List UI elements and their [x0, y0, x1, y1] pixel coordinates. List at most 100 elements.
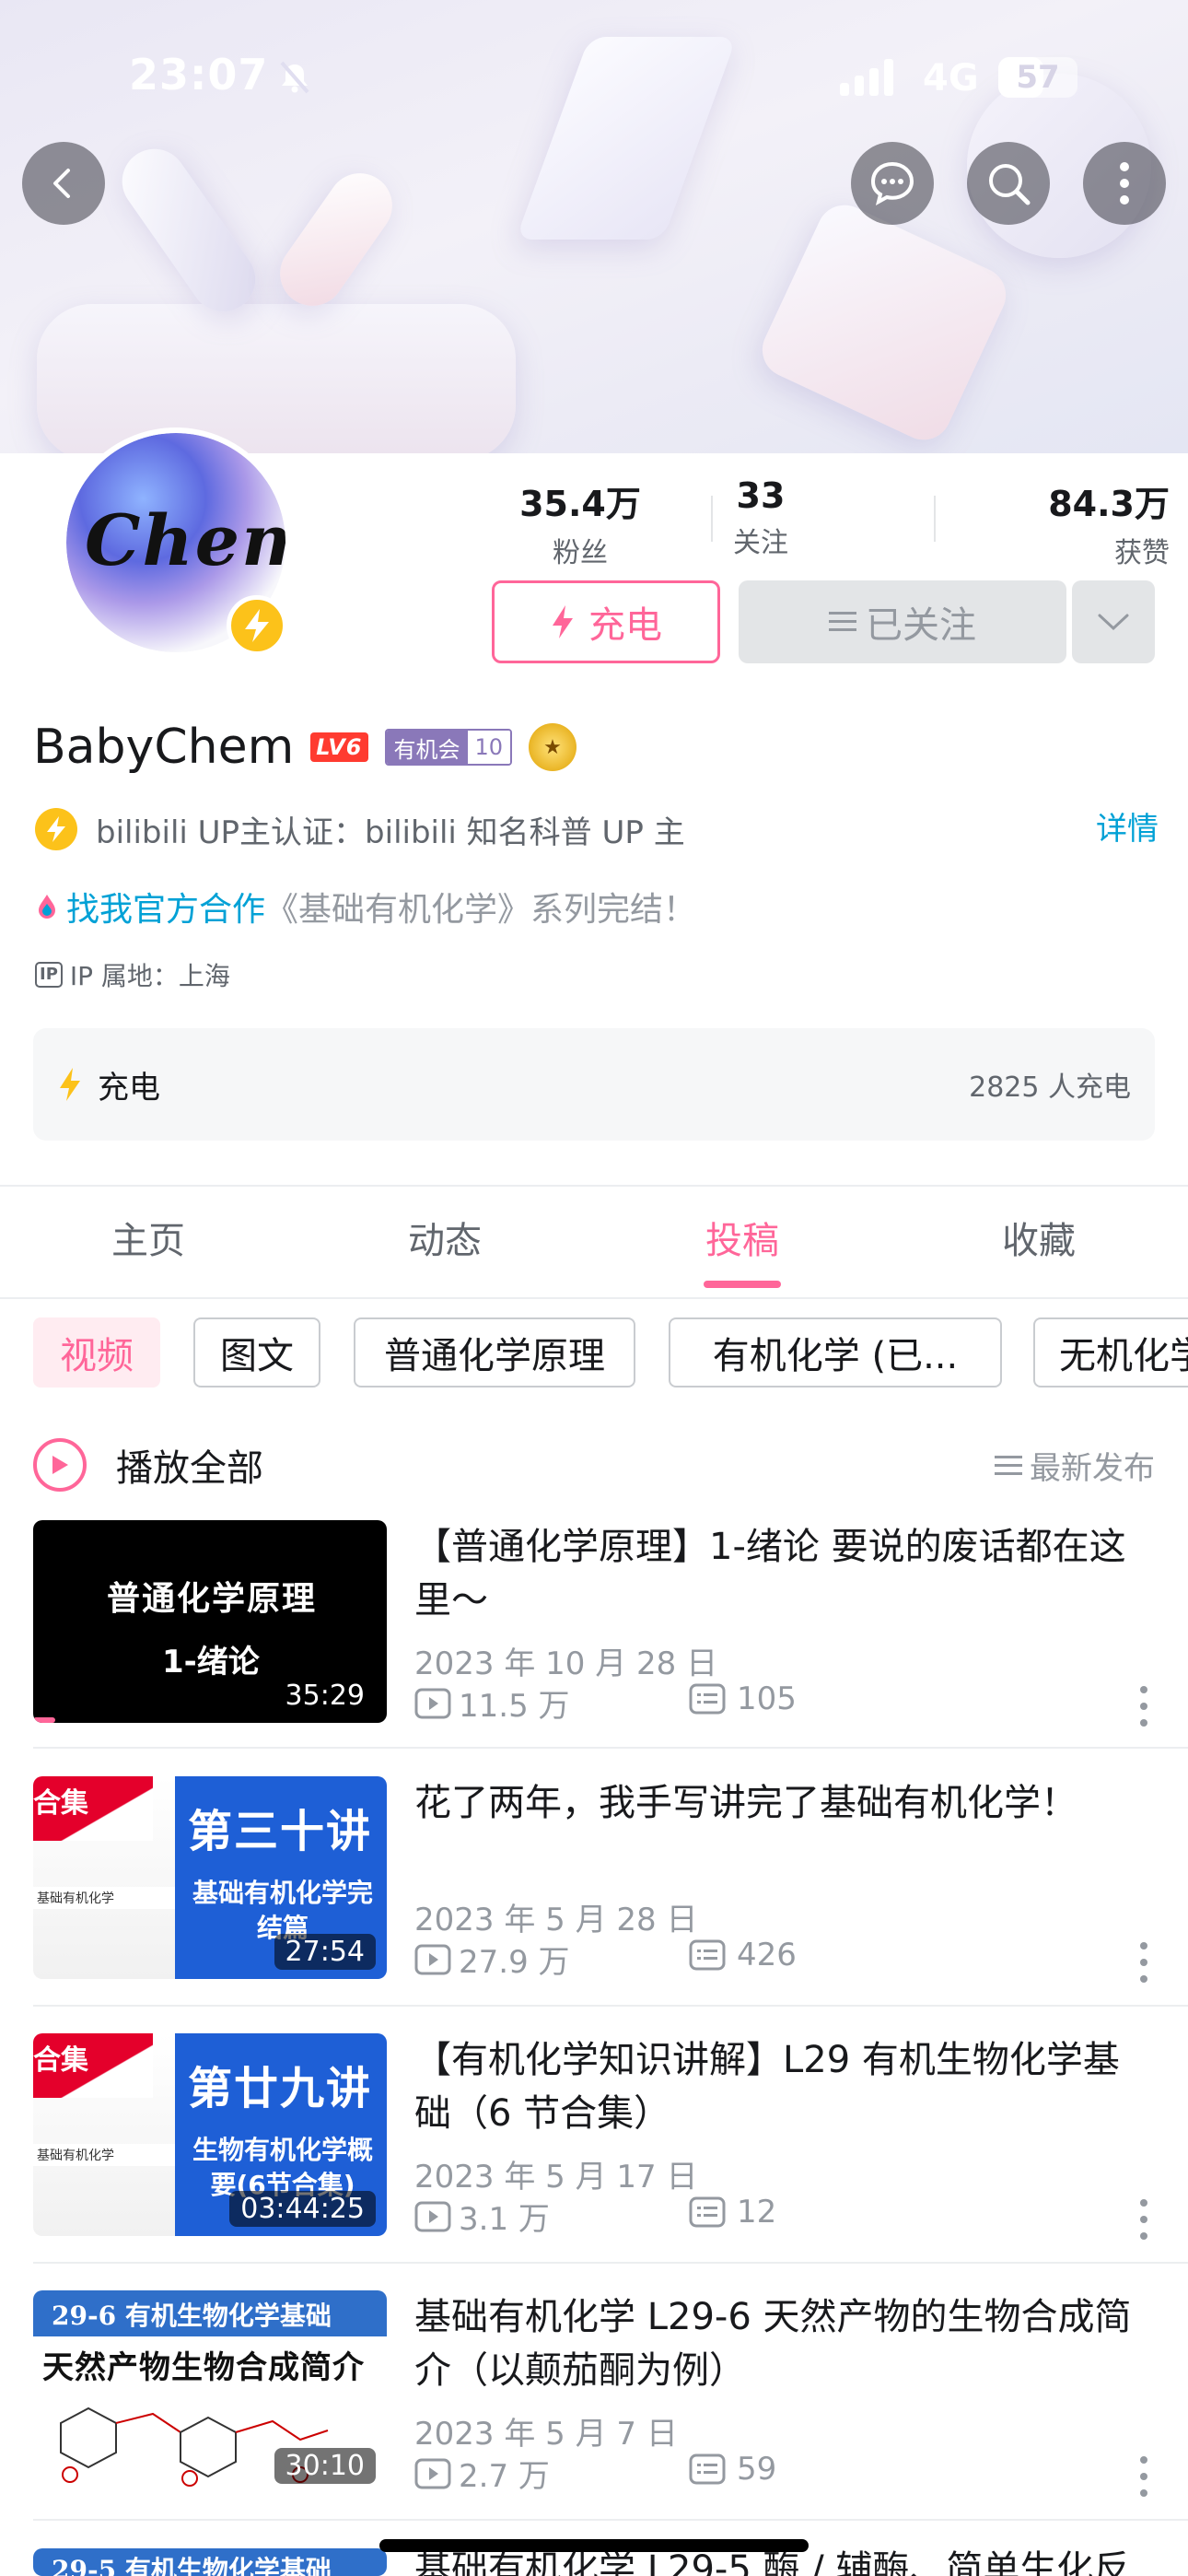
danmaku-icon [689, 1939, 726, 1971]
divider [33, 1747, 1188, 1749]
banner-decoration [37, 304, 516, 453]
danmaku-icon [689, 1683, 726, 1715]
video-thumbnail[interactable]: 29-6 有机生物化学基础 天然产物生物合成简介 30:10 [33, 2290, 387, 2493]
promo-link[interactable]: 找我官方合作 [66, 883, 265, 931]
chip-general-chemistry[interactable]: 普通化学原理 [354, 1317, 635, 1388]
charge-button-label: 充电 [588, 604, 662, 647]
thumbnail-caption: 基础有机化学 [33, 2144, 175, 2166]
video-more-icon[interactable] [1138, 2199, 1149, 2240]
avatar-text: Chem [85, 499, 285, 581]
video-thumbnail[interactable]: 29-5 有机生物化学基础 [33, 2548, 387, 2576]
followed-button-label: 已关注 [866, 604, 976, 647]
video-date: 2023 年 5 月 28 日 [414, 1902, 698, 1938]
video-date: 2023 年 5 月 17 日 [414, 2159, 698, 2195]
thumbnail-title: 普通化学原理 [107, 1580, 318, 1618]
sort-label: 最新发布 [1030, 1450, 1155, 1487]
video-more-icon[interactable] [1138, 2456, 1149, 2497]
stat-likes-label: 获赞 [1114, 537, 1170, 569]
play-all-row: 播放全部 最新发布 [33, 1434, 1155, 1496]
status-bar: 23:07 4G 57 [0, 0, 1188, 157]
charge-button[interactable]: 充电 [492, 580, 720, 663]
video-plays: 11.5 万 [414, 1680, 570, 1726]
more-icon [1120, 162, 1129, 205]
divider [0, 1297, 1188, 1299]
chip-inorganic-chemistry[interactable]: 无机化学 [1033, 1317, 1188, 1388]
play-all-label[interactable]: 播放全部 [116, 1438, 263, 1492]
video-item[interactable]: 合集 基础有机化学 第三十讲 基础有机化学完结篇 27:54 花了两年，我手写讲… [33, 1776, 1155, 1983]
video-title[interactable]: 基础有机化学 L29-6 天然产物的生物合成简介（以颠茄酮为例） [414, 2290, 1142, 2397]
search-icon [989, 164, 1031, 205]
video-danmaku: 105 [689, 1680, 797, 1717]
play-all-button[interactable] [33, 1438, 87, 1492]
follow-dropdown-button[interactable] [1072, 580, 1155, 663]
home-indicator[interactable] [379, 2539, 809, 2552]
ip-location-row: IP IP 属地：上海 [35, 954, 230, 995]
banner-decoration [753, 195, 1015, 450]
fan-medal[interactable]: 有机会 10 [384, 729, 513, 766]
chip-organic-chemistry[interactable]: 有机化学 (已... [669, 1317, 1002, 1388]
thumbnail-header-text: 29-5 有机生物化学基础 [52, 2555, 332, 2576]
trophy-icon[interactable]: ★ [529, 723, 577, 771]
certification-text: bilibili UP主认证：bilibili 知名科普 UP 主 [96, 814, 685, 851]
message-icon [870, 161, 914, 205]
more-button[interactable] [1083, 142, 1166, 225]
video-title[interactable]: 【有机化学知识讲解】L29 有机生物化学基础（6 节合集） [414, 2033, 1142, 2140]
video-title[interactable]: 基础有机化学 L29-5 酶 / 辅酶、简单生化反 [414, 2548, 1142, 2576]
stat-fans[interactable]: 35.4万 粉丝 [488, 475, 672, 570]
charge-count: 2825 人充电 [969, 1071, 1131, 1104]
search-button[interactable] [967, 142, 1050, 225]
thumbnail-tag: 合集 [33, 2044, 88, 2077]
divider [33, 2262, 1188, 2264]
bell-muted-icon [280, 61, 309, 94]
followed-button[interactable]: 已关注 [739, 580, 1066, 663]
stat-following-label: 关注 [733, 527, 788, 559]
details-link[interactable]: 详情 [1096, 803, 1159, 849]
banner-decoration [109, 136, 269, 324]
fan-medal-level: 10 [467, 731, 511, 764]
tab-favorites[interactable]: 收藏 [924, 1188, 1154, 1297]
video-more-icon[interactable] [1138, 1686, 1149, 1727]
video-danmaku: 12 [689, 2194, 776, 2231]
tab-dynamics[interactable]: 动态 [330, 1188, 560, 1297]
stat-fans-value: 35.4万 [519, 484, 641, 524]
battery-level: 57 [1016, 59, 1060, 96]
video-thumbnail[interactable]: 普通化学原理 1-绪论 35:29 [33, 1520, 387, 1723]
ip-location: IP 属地：上海 [69, 961, 230, 991]
charge-card[interactable]: 充电 2825 人充电 [33, 1028, 1155, 1141]
name-row: BabyChem LV6 有机会 10 ★ [33, 715, 577, 779]
signal-icon [840, 57, 893, 96]
video-plays: 2.7 万 [414, 2451, 550, 2496]
message-button[interactable] [851, 142, 934, 225]
tab-indicator [704, 1281, 781, 1288]
video-danmaku-value: 59 [737, 2451, 777, 2488]
video-danmaku: 426 [689, 1937, 797, 1973]
video-title[interactable]: 花了两年，我手写讲完了基础有机化学！ [414, 1776, 1142, 1830]
video-item[interactable]: 29-6 有机生物化学基础 天然产物生物合成简介 30:10 基础有机化学 L2… [33, 2290, 1155, 2497]
profile-stats: 35.4万 粉丝 33 关注 84.3万 获赞 [488, 475, 1170, 569]
tab-home[interactable]: 主页 [33, 1188, 263, 1297]
video-thumbnail[interactable]: 合集 基础有机化学 第廿九讲 生物有机化学概要(6节合集) 03:44:25 [33, 2033, 387, 2236]
video-thumbnail[interactable]: 合集 基础有机化学 第三十讲 基础有机化学完结篇 27:54 [33, 1776, 387, 1979]
level-badge: LV6 [310, 732, 368, 762]
sort-button[interactable]: 最新发布 [995, 1443, 1155, 1488]
video-more-icon[interactable] [1138, 1942, 1149, 1983]
sort-lines-icon [995, 1455, 1022, 1475]
chip-videos[interactable]: 视频 [33, 1317, 160, 1388]
fan-medal-name: 有机会 [386, 731, 468, 764]
back-button[interactable] [22, 142, 105, 225]
video-item[interactable]: 合集 基础有机化学 第廿九讲 生物有机化学概要(6节合集) 03:44:25 【… [33, 2033, 1155, 2240]
video-title[interactable]: 【普通化学原理】1-绪论 要说的废话都在这里～ [414, 1520, 1142, 1627]
progress-marker [33, 1717, 55, 1723]
video-danmaku-value: 12 [737, 2194, 777, 2231]
thumbnail-corner: 合集 [33, 2033, 153, 2098]
video-item[interactable]: 普通化学原理 1-绪论 35:29 【普通化学原理】1-绪论 要说的废话都在这里… [33, 1520, 1155, 1727]
divider [33, 2005, 1188, 2007]
video-item[interactable]: 29-5 有机生物化学基础 基础有机化学 L29-5 酶 / 辅酶、简单生化反 [33, 2548, 1155, 2576]
thumbnail-header: 29-6 有机生物化学基础 [33, 2290, 387, 2336]
stat-following[interactable]: 33 关注 [669, 475, 853, 560]
thumbnail-subtitle: 1-绪论 [162, 1644, 260, 1680]
thumbnail-title: 第廿九讲 [188, 2063, 373, 2114]
stat-fans-label: 粉丝 [553, 537, 608, 569]
chip-image-text[interactable]: 图文 [193, 1317, 320, 1388]
promo-row: 找我官方合作 《基础有机化学》系列完结！ [35, 881, 696, 932]
